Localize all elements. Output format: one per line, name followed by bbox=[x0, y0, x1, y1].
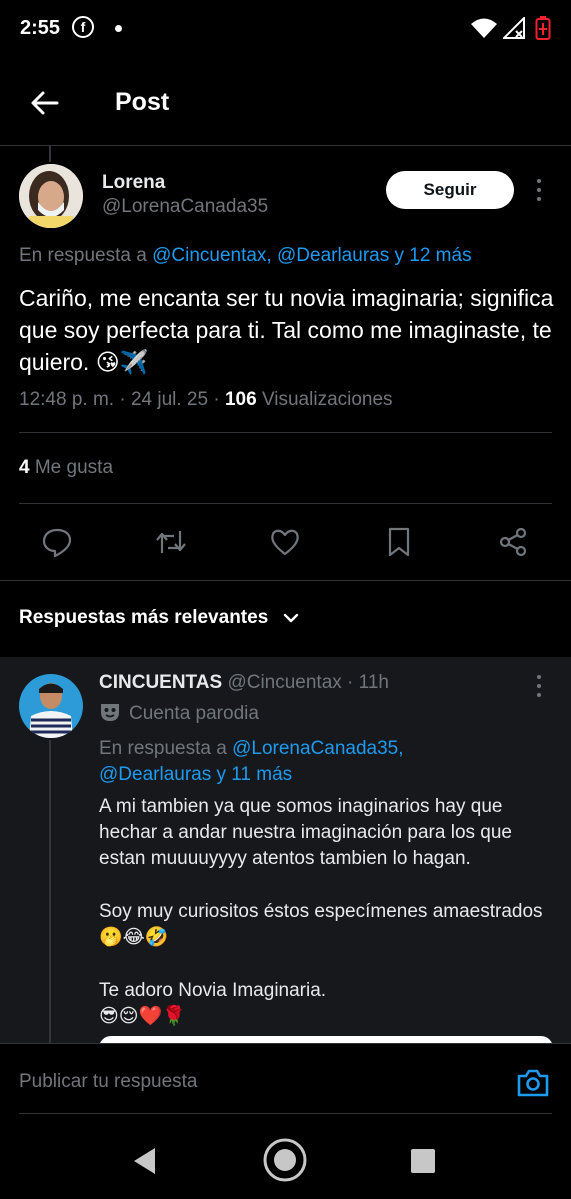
reply-more-options-icon[interactable] bbox=[529, 673, 549, 699]
parody-label-text: Cuenta parodia bbox=[129, 703, 259, 724]
camera-icon bbox=[517, 1069, 549, 1097]
reply-prefix: En respuesta a bbox=[19, 245, 147, 266]
reply-paragraph-4: 😎😌❤️🌹 bbox=[99, 1006, 186, 1027]
parody-label: Cuenta parodia bbox=[99, 702, 259, 725]
heart-icon bbox=[271, 529, 299, 556]
author-handle[interactable]: @LorenaCanada35 bbox=[102, 196, 268, 218]
bookmark-button[interactable] bbox=[381, 524, 417, 560]
reply-paragraph-1: A mi tambien ya que somos inaginarios ha… bbox=[99, 796, 512, 869]
arrow-left-icon bbox=[31, 91, 59, 115]
reply-mention-1[interactable]: @LorenaCanada35, bbox=[232, 738, 403, 759]
chevron-down-icon bbox=[283, 613, 298, 623]
comment-icon bbox=[42, 528, 72, 558]
reply-context-2: En respuesta a @LorenaCanada35, @Dearlau… bbox=[99, 736, 404, 788]
nav-back-icon[interactable] bbox=[131, 1146, 159, 1176]
reply-author-avatar[interactable] bbox=[19, 674, 83, 738]
facebook-notification-icon: f bbox=[72, 16, 94, 38]
post-meta: 12:48 p. m. · 24 jul. 25 · 106 Visualiza… bbox=[19, 389, 393, 411]
follow-button[interactable]: Seguir bbox=[386, 171, 514, 209]
likes-divider bbox=[19, 503, 552, 504]
reply-button[interactable] bbox=[39, 524, 75, 560]
page-title: Post bbox=[115, 88, 170, 116]
author-name[interactable]: Lorena bbox=[102, 172, 165, 194]
author-avatar[interactable] bbox=[19, 164, 83, 228]
replies-sort-dropdown[interactable]: Respuestas más relevantes bbox=[19, 607, 300, 629]
reply-paragraph-3: Te adoro Novia Imaginaria. bbox=[99, 980, 327, 1001]
views-label: Visualizaciones bbox=[261, 389, 393, 410]
reply-input[interactable]: Publicar tu respuesta bbox=[19, 1071, 198, 1093]
cell-signal-icon bbox=[503, 17, 525, 39]
replies-sort-label: Respuestas más relevantes bbox=[19, 607, 269, 628]
likes-count: 4 bbox=[19, 457, 30, 478]
reply-header: CINCUENTAS @Cincuentax · 11h bbox=[99, 672, 389, 694]
compose-divider bbox=[19, 1113, 552, 1114]
repost-button[interactable] bbox=[153, 524, 189, 560]
camera-button[interactable] bbox=[516, 1066, 550, 1100]
nav-recents-icon[interactable] bbox=[410, 1148, 436, 1174]
actions-divider bbox=[0, 580, 571, 581]
parody-mask-icon bbox=[101, 704, 119, 721]
repost-icon bbox=[156, 531, 186, 553]
more-options-icon[interactable] bbox=[529, 177, 549, 203]
wifi-icon bbox=[471, 18, 497, 38]
back-button[interactable] bbox=[28, 86, 62, 120]
post-text: Cariño, me encanta ser tu novia imaginar… bbox=[19, 285, 554, 375]
post-timestamp[interactable]: 12:48 p. m. · 24 jul. 25 · bbox=[19, 389, 225, 410]
status-time: 2:55 bbox=[20, 17, 61, 39]
reply-paragraph-2: Soy muy curiositos éstos especímenes ama… bbox=[99, 901, 543, 948]
notification-dot-icon bbox=[115, 25, 122, 32]
bookmark-icon bbox=[388, 527, 410, 557]
share-icon bbox=[499, 527, 527, 557]
views-count: 106 bbox=[224, 389, 257, 410]
likes-label: Me gusta bbox=[34, 457, 114, 478]
reply-thread-line bbox=[49, 740, 51, 1043]
reply-context: En respuesta a @Cincuentax, @Dearlauras … bbox=[19, 245, 472, 267]
reply-author-name[interactable]: CINCUENTAS bbox=[99, 672, 222, 693]
reply-mention-2[interactable]: @Dearlauras y 11 más bbox=[99, 764, 292, 785]
share-button[interactable] bbox=[495, 524, 531, 560]
reply-author-handle[interactable]: @Cincuentax · 11h bbox=[227, 672, 389, 693]
likes-summary[interactable]: 4 Me gusta bbox=[19, 457, 113, 479]
reply-mentions-link[interactable]: @Cincuentax, @Dearlauras y 12 más bbox=[152, 245, 471, 266]
header-divider bbox=[0, 145, 571, 146]
nav-home-icon[interactable] bbox=[262, 1137, 308, 1183]
like-button[interactable] bbox=[267, 524, 303, 560]
meta-divider bbox=[19, 432, 552, 433]
reply-prefix-2: En respuesta a bbox=[99, 738, 227, 759]
thread-connector bbox=[49, 146, 51, 162]
battery-icon bbox=[535, 16, 551, 40]
